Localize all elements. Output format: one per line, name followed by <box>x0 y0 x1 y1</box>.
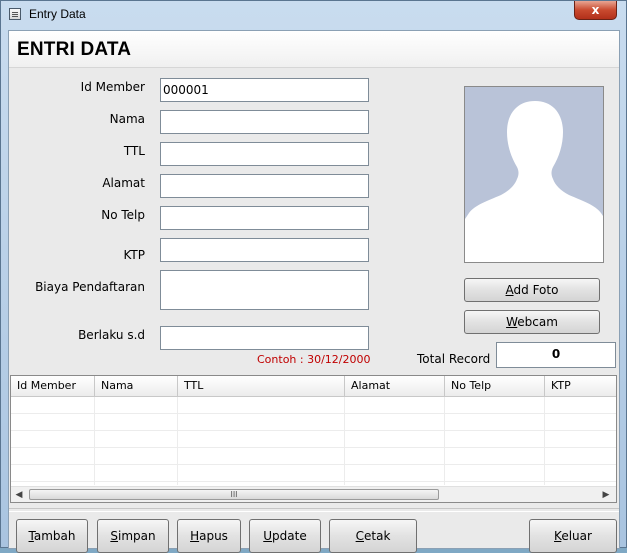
app-icon <box>9 8 21 20</box>
add-foto-button[interactable]: Add Foto <box>464 278 600 302</box>
ttl-input[interactable] <box>160 142 369 166</box>
col-alamat[interactable]: Alamat <box>345 376 445 396</box>
berlaku-label: Berlaku s.d <box>78 328 145 342</box>
biaya-pendaftaran-input[interactable] <box>160 270 369 310</box>
total-record-value: 0 <box>496 342 616 368</box>
col-ktp[interactable]: KTP <box>545 376 616 396</box>
grid-header: Id Member Nama TTL Alamat No Telp KTP <box>11 376 616 397</box>
scroll-right-icon[interactable]: ▶ <box>600 489 612 501</box>
col-nama[interactable]: Nama <box>95 376 178 396</box>
ktp-input[interactable] <box>160 238 369 262</box>
table-row[interactable] <box>11 397 616 414</box>
table-row[interactable] <box>11 431 616 448</box>
photo-frame <box>464 86 604 263</box>
alamat-input[interactable] <box>160 174 369 198</box>
table-row[interactable] <box>11 465 616 482</box>
id-member-label: Id Member <box>80 80 145 94</box>
table-row[interactable] <box>11 414 616 431</box>
berlaku-input[interactable] <box>160 326 369 350</box>
grid-body <box>11 397 616 485</box>
window-title: Entry Data <box>29 7 86 21</box>
horizontal-scrollbar[interactable]: ◀ III ▶ <box>11 486 616 502</box>
page-title: ENTRI DATA <box>17 39 132 60</box>
scroll-thumb[interactable]: III <box>29 489 439 500</box>
webcam-button[interactable]: Webcam <box>464 310 600 334</box>
ktp-label: KTP <box>123 248 145 262</box>
form-panel: ENTRI DATA Id Member Nama TTL Alamat No … <box>8 30 620 553</box>
total-record-label: Total Record <box>417 352 491 366</box>
no-telp-input[interactable] <box>160 206 369 230</box>
biaya-pendaftaran-label: Biaya Pendaftaran <box>35 280 145 294</box>
entry-data-window: Entry Data x ENTRI DATA Id Member Nama T… <box>0 0 627 553</box>
scroll-left-icon[interactable]: ◀ <box>13 489 25 501</box>
col-id-member[interactable]: Id Member <box>11 376 95 396</box>
title-bar[interactable]: Entry Data x <box>1 1 626 29</box>
date-format-hint: Contoh : 30/12/2000 <box>257 353 371 366</box>
col-ttl[interactable]: TTL <box>178 376 345 396</box>
nama-label: Nama <box>109 112 145 126</box>
close-button[interactable]: x <box>574 1 617 20</box>
close-icon: x <box>591 3 600 17</box>
nama-input[interactable] <box>160 110 369 134</box>
data-grid[interactable]: Id Member Nama TTL Alamat No Telp KTP ◀ <box>10 375 617 503</box>
avatar-silhouette-icon <box>465 101 603 262</box>
col-no-telp[interactable]: No Telp <box>445 376 545 396</box>
button-bar-divider <box>9 508 619 512</box>
alamat-label: Alamat <box>102 176 145 190</box>
table-row[interactable] <box>11 448 616 465</box>
no-telp-label: No Telp <box>101 208 145 222</box>
id-member-input[interactable] <box>160 78 369 102</box>
ttl-label: TTL <box>123 144 145 158</box>
header-panel: ENTRI DATA <box>9 31 619 68</box>
